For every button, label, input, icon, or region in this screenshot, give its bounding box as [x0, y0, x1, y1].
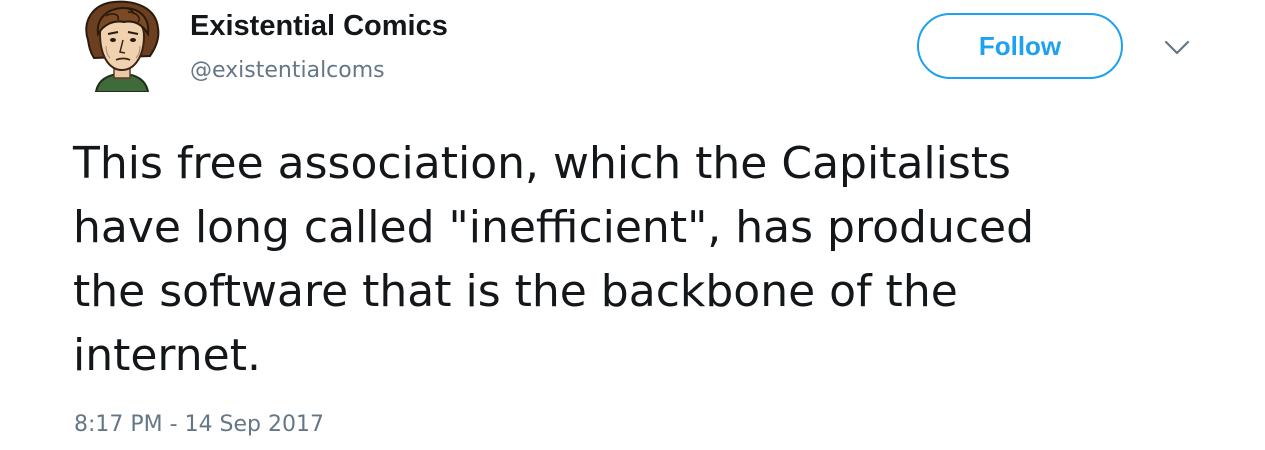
chevron-down-icon — [1164, 40, 1190, 55]
author-display-name[interactable]: Existential Comics — [190, 10, 448, 43]
author-handle[interactable]: @existentialcoms — [190, 58, 385, 83]
tweet-card: Existential Comics @existentialcoms Foll… — [0, 0, 1265, 450]
more-options-button[interactable] — [1163, 38, 1191, 58]
avatar[interactable] — [78, 0, 166, 93]
tweet-text-line: This free association, which the Capital… — [73, 138, 1011, 189]
tweet-text-line: internet. — [73, 330, 261, 381]
tweet-text-line: the software that is the backbone of the — [73, 266, 958, 317]
follow-button[interactable]: Follow — [917, 13, 1123, 79]
tweet-text: This free association, which the Capital… — [73, 132, 1193, 388]
cartoon-avatar-icon — [85, 0, 160, 93]
tweet-timestamp[interactable]: 8:17 PM - 14 Sep 2017 — [74, 412, 324, 437]
tweet-text-line: have long called "inefficient", has prod… — [73, 202, 1035, 253]
